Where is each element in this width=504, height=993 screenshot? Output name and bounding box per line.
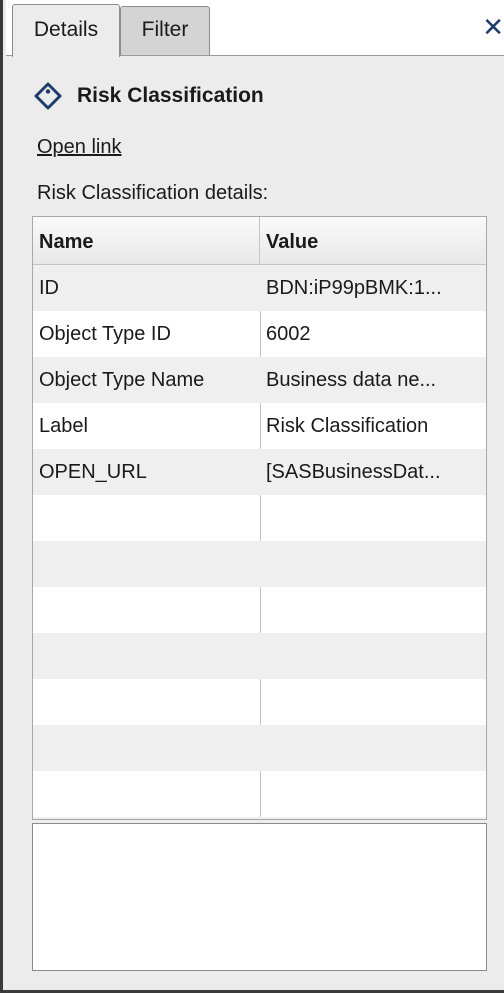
empty-row xyxy=(33,725,486,771)
table-row[interactable]: Object Type Name Business data ne... xyxy=(33,357,486,403)
cell-value: Business data ne... xyxy=(266,369,437,391)
object-header: Risk Classification xyxy=(33,78,264,114)
empty-row xyxy=(33,495,486,541)
empty-row xyxy=(33,817,486,819)
table-row[interactable]: ID BDN:iP99pBMK:1... xyxy=(33,265,486,311)
column-header-name[interactable]: Name xyxy=(33,217,260,265)
cell-value: Risk Classification xyxy=(266,415,429,437)
empty-row xyxy=(33,587,486,633)
table-header: Name Value xyxy=(33,217,486,265)
details-table[interactable]: Name Value ID BDN:iP99pBMK:1... Object T… xyxy=(32,216,487,820)
cell-name: Object Type Name xyxy=(39,369,205,391)
table-row[interactable]: Label Risk Classification xyxy=(33,403,486,449)
table-rows: ID BDN:iP99pBMK:1... Object Type ID 6002… xyxy=(33,265,486,819)
cell-value: 6002 xyxy=(266,323,311,345)
cell-value: BDN:iP99pBMK:1... xyxy=(266,277,442,299)
description-area[interactable] xyxy=(32,823,487,971)
details-panel: Details Filter ✕ Risk Classification Ope… xyxy=(0,0,504,993)
tab-filter[interactable]: Filter xyxy=(120,6,210,55)
empty-row xyxy=(33,541,486,587)
cell-value: [SASBusinessDat... xyxy=(266,461,441,483)
open-link[interactable]: Open link xyxy=(37,136,122,159)
cell-name: Label xyxy=(39,415,88,437)
empty-row xyxy=(33,633,486,679)
tag-icon xyxy=(34,82,62,110)
details-label: Risk Classification details: xyxy=(37,182,269,204)
cell-name: OPEN_URL xyxy=(39,461,147,483)
tab-details[interactable]: Details xyxy=(12,4,120,57)
close-icon[interactable]: ✕ xyxy=(482,14,504,40)
table-row[interactable]: OPEN_URL [SASBusinessDat... xyxy=(33,449,486,495)
cell-name: Object Type ID xyxy=(39,323,171,345)
empty-row xyxy=(33,679,486,725)
object-title: Risk Classification xyxy=(77,84,264,107)
column-header-value[interactable]: Value xyxy=(260,217,486,265)
empty-row xyxy=(33,771,486,817)
cell-name: ID xyxy=(39,277,59,299)
table-row[interactable]: Object Type ID 6002 xyxy=(33,311,486,357)
